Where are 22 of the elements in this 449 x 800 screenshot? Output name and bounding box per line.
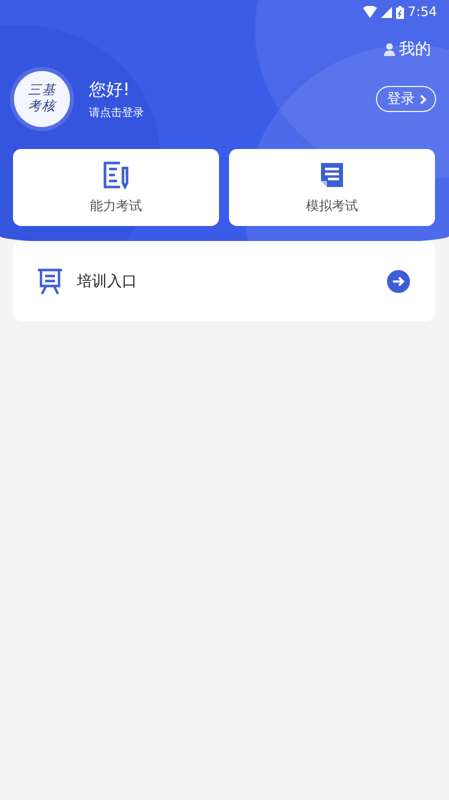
training-label: 培训入口 — [77, 272, 138, 290]
greeting: 您好! — [89, 79, 131, 101]
card-label: 能力考试 — [90, 198, 142, 214]
person-icon — [384, 42, 395, 56]
login-hint: 请点击登录 — [89, 105, 145, 120]
arrow-right-circle-icon — [387, 270, 410, 292]
exam-card[interactable]: 能力考试 — [13, 149, 219, 226]
profile-link[interactable]: 我的 — [384, 36, 431, 62]
signal-icon — [380, 6, 392, 18]
training-entry-card[interactable]: 培训入口 — [13, 241, 435, 321]
exam-card[interactable]: 模拟考试 — [229, 149, 435, 226]
status-time: 7:54 — [408, 4, 437, 20]
logo-text: 考核 — [28, 99, 56, 116]
wifi-icon — [362, 6, 377, 18]
battery-icon — [396, 6, 404, 18]
chevron-icon — [419, 94, 427, 104]
notepad-pencil-icon — [102, 160, 130, 188]
document-icon — [319, 160, 345, 188]
card-label: 模拟考试 — [306, 198, 358, 214]
logo-text: 三基 — [28, 82, 56, 99]
presentation-board-icon — [37, 267, 63, 295]
login-button[interactable]: 登录 — [376, 86, 436, 112]
